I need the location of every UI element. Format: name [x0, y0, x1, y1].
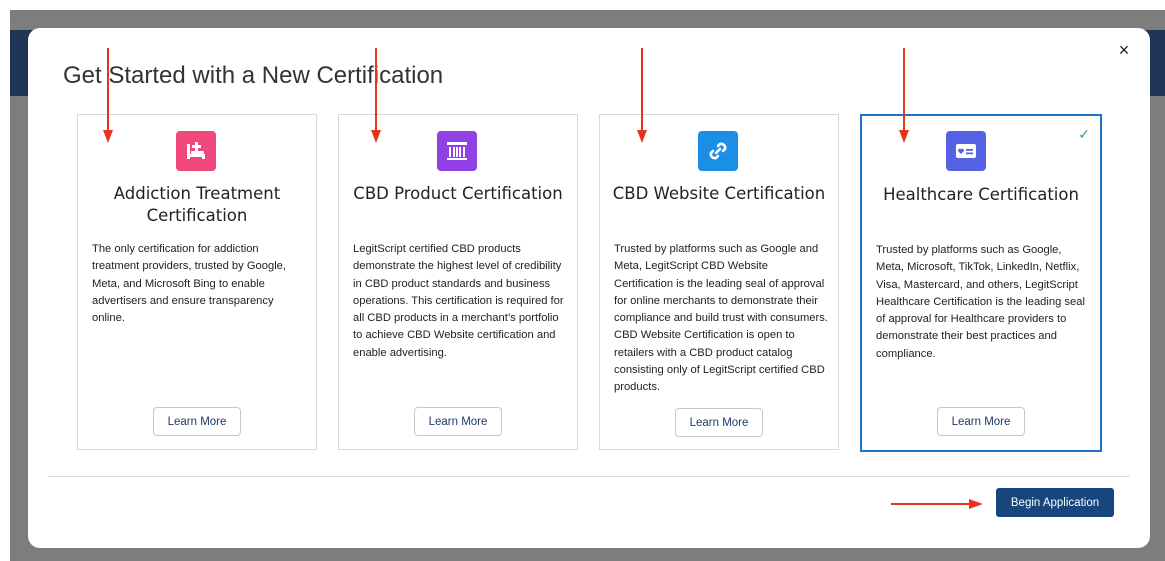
modal-title: Get Started with a New Certification [63, 62, 444, 89]
card-cbd-website[interactable]: CBD Website Certification Trusted by pla… [599, 114, 839, 450]
columns-icon [437, 131, 477, 171]
annotation-arrow-icon [637, 48, 647, 143]
new-certification-modal: × Get Started with a New Certification A… [28, 28, 1150, 548]
learn-more-button[interactable]: Learn More [937, 407, 1025, 436]
card-description: The only certification for addiction tre… [92, 243, 287, 325]
close-button[interactable]: × [1114, 40, 1134, 60]
footer-divider [48, 476, 1130, 477]
card-addiction-treatment[interactable]: Addiction Treatment Certification The on… [77, 114, 317, 450]
id-card-heart-icon [946, 131, 986, 171]
link-icon [698, 131, 738, 171]
learn-more-button[interactable]: Learn More [414, 407, 502, 436]
card-description: Trusted by platforms such as Google, Met… [876, 244, 1085, 360]
card-cbd-product[interactable]: CBD Product Certification LegitScript ce… [338, 114, 578, 450]
card-description: LegitScript certified CBD products demon… [353, 243, 564, 359]
card-title: CBD Product Certification [353, 184, 563, 203]
card-healthcare[interactable]: ✓ Healthcare Certification Trusted by pl… [860, 114, 1102, 452]
annotation-arrow-icon [899, 48, 909, 143]
learn-more-button[interactable]: Learn More [153, 407, 241, 436]
card-title: CBD Website Certification [612, 184, 826, 203]
begin-application-button[interactable]: Begin Application [996, 488, 1114, 517]
card-title: Addiction Treatment Certification [113, 184, 281, 225]
annotation-arrow-icon [103, 48, 113, 143]
card-description: Trusted by platforms such as Google and … [614, 243, 828, 394]
bed-icon [176, 131, 216, 171]
learn-more-button[interactable]: Learn More [675, 408, 763, 437]
annotation-arrow-icon [371, 48, 381, 143]
card-title: Healthcare Certification [883, 185, 1079, 204]
check-icon: ✓ [1078, 126, 1090, 142]
annotation-arrow-icon [891, 499, 983, 509]
